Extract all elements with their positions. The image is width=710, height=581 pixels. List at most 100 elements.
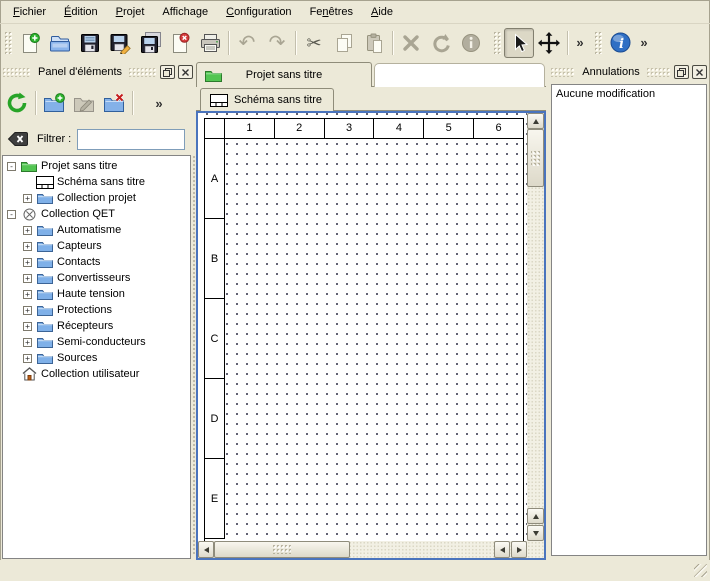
horizontal-scrollbar[interactable] [198,541,527,558]
arrow-left-icon [500,547,505,553]
tree-item[interactable]: -Projet sans titre [3,158,190,174]
close-dock-button[interactable] [692,65,707,79]
tree-item[interactable]: Collection utilisateur [3,366,190,382]
collapse-toggle-icon[interactable]: - [7,162,16,171]
diagram-canvas[interactable]: 123456 ABCDE [198,113,527,541]
expand-toggle-icon[interactable]: + [23,226,32,235]
print-button[interactable] [195,28,225,58]
tree-item[interactable]: Schéma sans titre [3,174,190,190]
element-info-button[interactable] [456,28,486,58]
float-dock-button[interactable] [160,65,175,79]
elements-panel-title: Panel d'éléments [31,66,129,78]
tree-item[interactable]: +Capteurs [3,238,190,254]
menu-item-0[interactable]: Fichier [4,2,55,22]
toolbar-extension-button[interactable]: » [571,28,589,58]
close-dock-button[interactable] [178,65,193,79]
undo-history-item[interactable]: Aucune modification [552,85,706,101]
tree-item[interactable]: +Collection projet [3,190,190,206]
about-qet-button[interactable]: i [605,28,635,58]
menu-item-4[interactable]: Configuration [217,2,300,22]
workspace: Projet sans titre Schéma sans titre 1234… [196,61,546,560]
about-info-icon: i [609,31,632,54]
delete-category-button[interactable] [99,88,129,118]
tree-item-label: Convertisseurs [57,272,130,284]
menu-item-5[interactable]: Fenêtres [301,2,362,22]
save-as-button[interactable] [105,28,135,58]
more-icon: » [638,35,649,50]
expand-toggle-icon[interactable]: + [23,354,32,363]
paste-button[interactable] [359,28,389,58]
delete-selection-button[interactable] [396,28,426,58]
open-document-button[interactable] [45,28,75,58]
cut-button[interactable]: ✂ [299,28,329,58]
vertical-scrollbar[interactable] [527,113,544,541]
tree-item[interactable]: +Semi-conducteurs [3,334,190,350]
menu-item-3[interactable]: Affichage [153,2,217,22]
scroll-up-button[interactable] [527,113,544,129]
toolbar-drag-handle[interactable] [494,32,501,54]
menu-item-2[interactable]: Projet [107,2,154,22]
scroll-left-button[interactable] [198,541,214,558]
undo-panel-header[interactable]: Annulations [548,62,710,82]
toolbar-drag-handle[interactable] [595,32,602,54]
tree-item[interactable]: +Haute tension [3,286,190,302]
float-icon [677,68,686,77]
edit-category-button[interactable] [69,88,99,118]
tree-item[interactable]: +Sources [3,350,190,366]
undo-button[interactable]: ↶ [232,28,262,58]
redo-button[interactable]: ↷ [262,28,292,58]
select-mode-button[interactable] [504,28,534,58]
collapse-toggle-icon[interactable]: - [7,210,16,219]
toolbar-drag-handle[interactable] [5,32,12,54]
copy-button[interactable] [329,28,359,58]
tree-item[interactable]: + Contacts [3,254,190,270]
schema-tab[interactable]: Schéma sans titre [200,88,334,111]
new-category-button[interactable] [39,88,69,118]
toolbar-extension-button[interactable]: » [150,88,168,118]
tree-item[interactable]: +Automatisme [3,222,190,238]
expand-toggle-icon[interactable]: + [23,338,32,347]
float-icon [163,68,172,77]
expand-toggle-icon[interactable]: + [23,322,32,331]
tree-item-label: Contacts [57,256,100,268]
pan-mode-button[interactable] [534,28,564,58]
scroll-up-button-2[interactable] [527,508,544,524]
qet-icon [20,208,38,221]
column-headers: 123456 [205,119,523,139]
elements-panel-header[interactable]: Panel d'éléments [0,62,196,82]
toolbar-extension-button[interactable]: » [635,28,653,58]
new-document-button[interactable] [15,28,45,58]
menu-item-1[interactable]: Édition [55,2,107,22]
menu-item-6[interactable]: Aide [362,2,402,22]
expand-toggle-icon[interactable]: + [23,306,32,315]
expand-toggle-icon[interactable]: + [23,274,32,283]
save-all-button[interactable] [135,28,165,58]
save-button[interactable] [75,28,105,58]
filter-input[interactable] [77,129,185,150]
vertical-scroll-thumb[interactable] [527,129,544,187]
float-dock-button[interactable] [674,65,689,79]
expand-toggle-icon[interactable]: + [23,242,32,251]
expand-toggle-icon[interactable]: + [23,258,32,267]
rotate-selection-button[interactable] [426,28,456,58]
schema-tab-label: Schéma sans titre [234,94,322,106]
resize-grip[interactable] [694,564,707,577]
scroll-left-button-2[interactable] [494,541,510,558]
scroll-down-button[interactable] [527,525,544,541]
clear-filter-button[interactable] [7,131,29,147]
horizontal-scroll-thumb[interactable] [214,541,350,558]
copy-icon [333,32,355,54]
tree-item[interactable]: +Protections [3,302,190,318]
project-tab[interactable]: Projet sans titre [196,62,372,87]
close-document-button[interactable] [165,28,195,58]
toolbar-separator [228,31,229,55]
schema-tab-bar: Schéma sans titre [196,87,546,111]
expand-toggle-icon[interactable]: + [23,290,32,299]
tree-item[interactable]: -Collection QET [3,206,190,222]
tree-item[interactable]: +Récepteurs [3,318,190,334]
tree-item[interactable]: + Convertisseurs [3,270,190,286]
expand-toggle-icon[interactable]: + [23,194,32,203]
scroll-right-button[interactable] [511,541,527,558]
reload-collections-button[interactable] [2,88,32,118]
project-folder-icon [204,69,222,82]
